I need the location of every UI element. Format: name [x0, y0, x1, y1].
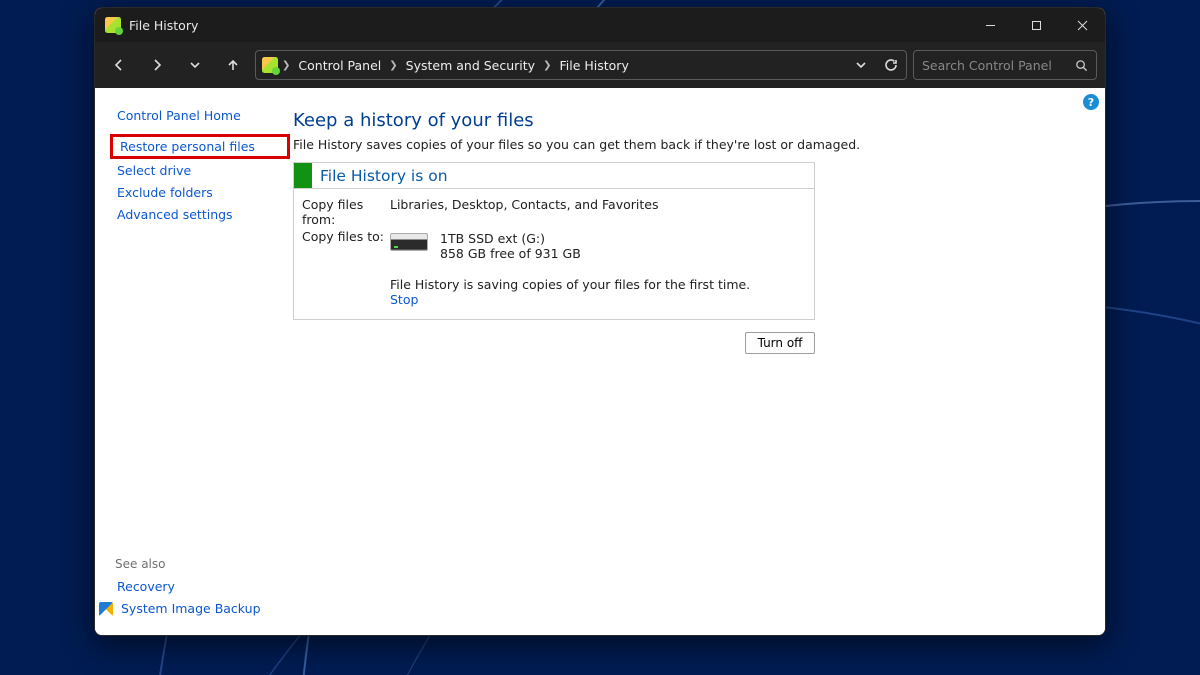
sidebar-home-link[interactable]: Control Panel Home — [115, 104, 285, 126]
see-also-system-image-backup[interactable]: System Image Backup — [115, 597, 285, 619]
status-box: File History is on Copy files from: Libr… — [293, 162, 815, 320]
drive-name: 1TB SSD ext (G:) — [440, 231, 581, 246]
sidebar-item-exclude-folders[interactable]: Exclude folders — [115, 181, 285, 203]
see-also-heading: See also — [115, 557, 285, 571]
window-title: File History — [129, 18, 967, 33]
breadcrumb-file-history[interactable]: File History — [555, 51, 632, 79]
copy-from-value: Libraries, Desktop, Contacts, and Favori… — [390, 197, 658, 227]
close-button[interactable] — [1059, 8, 1105, 42]
maximize-button[interactable] — [1013, 8, 1059, 42]
main-panel: Keep a history of your files File Histor… — [293, 88, 1105, 635]
toolbar: ❯ Control Panel ❯ System and Security ❯ … — [95, 42, 1105, 88]
see-also-recovery[interactable]: Recovery — [115, 575, 285, 597]
shield-icon — [99, 602, 113, 616]
breadcrumb-system-security[interactable]: System and Security — [402, 51, 539, 79]
sidebar-item-advanced-settings[interactable]: Advanced settings — [115, 203, 285, 225]
address-bar[interactable]: ❯ Control Panel ❯ System and Security ❯ … — [255, 50, 907, 80]
drive-free: 858 GB free of 931 GB — [440, 246, 581, 261]
status-title: File History is on — [312, 163, 448, 188]
sidebar-item-select-drive[interactable]: Select drive — [115, 159, 285, 181]
address-icon — [262, 57, 278, 73]
stop-link[interactable]: Stop — [390, 292, 418, 307]
page-title: Keep a history of your files — [293, 110, 1081, 131]
copy-from-label: Copy files from: — [302, 197, 390, 227]
file-history-window: File History ❯ Control Panel ❯ System — [94, 7, 1106, 636]
saving-status-line: File History is saving copies of your fi… — [390, 277, 750, 292]
chevron-right-icon: ❯ — [387, 60, 399, 71]
status-bar: File History is on — [294, 163, 814, 189]
up-button[interactable] — [217, 49, 249, 81]
recent-locations-button[interactable] — [179, 49, 211, 81]
turn-off-button[interactable]: Turn off — [745, 332, 815, 354]
sidebar: Control Panel Home Restore personal file… — [95, 88, 293, 635]
sidebar-item-restore-personal-files[interactable]: Restore personal files — [110, 134, 290, 159]
chevron-right-icon: ❯ — [280, 60, 292, 71]
search-input[interactable]: Search Control Panel — [913, 50, 1097, 80]
minimize-button[interactable] — [967, 8, 1013, 42]
page-subtext: File History saves copies of your files … — [293, 137, 1081, 152]
back-button[interactable] — [103, 49, 135, 81]
file-history-icon — [105, 17, 121, 33]
breadcrumb-control-panel[interactable]: Control Panel — [294, 51, 385, 79]
search-icon — [1075, 59, 1088, 72]
copy-to-label: Copy files to: — [302, 229, 390, 261]
address-dropdown[interactable] — [846, 51, 876, 79]
forward-button[interactable] — [141, 49, 173, 81]
drive-icon — [390, 233, 428, 251]
status-details: Copy files from: Libraries, Desktop, Con… — [294, 189, 814, 319]
status-flag — [294, 163, 312, 188]
search-placeholder: Search Control Panel — [922, 58, 1075, 73]
chevron-right-icon: ❯ — [541, 60, 553, 71]
refresh-button[interactable] — [876, 51, 906, 79]
titlebar: File History — [95, 8, 1105, 42]
content-pane: ? Control Panel Home Restore personal fi… — [95, 88, 1105, 635]
